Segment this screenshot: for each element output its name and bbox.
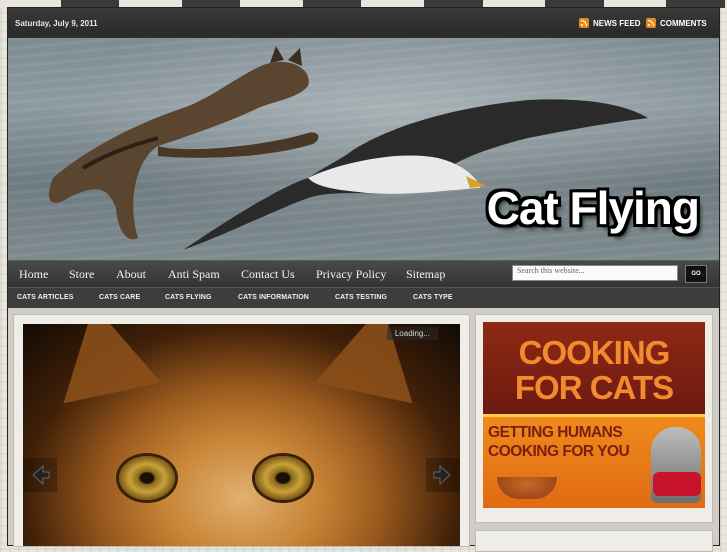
cat-eye-right <box>255 456 311 500</box>
category-cats-care[interactable]: CATS CARE <box>99 294 140 301</box>
category-cats-testing[interactable]: CATS TESTING <box>335 294 387 301</box>
flying-cat-figure <box>48 46 319 240</box>
nav-item-anti-spam[interactable]: Anti Spam <box>168 267 220 282</box>
featured-slider[interactable]: Loading... <box>23 324 460 546</box>
category-cats-type[interactable]: CATS TYPE <box>413 294 453 301</box>
rss-icon <box>579 18 589 28</box>
sidebar-ad-box: COOKING FOR CATS GETTING HUMANS COOKING … <box>475 314 713 523</box>
category-cats-articles[interactable]: CATS ARTICLES <box>17 294 74 301</box>
search-input[interactable]: Search this website... <box>512 265 678 281</box>
ad-title-line-2: FOR CATS <box>514 369 674 406</box>
comments-feed-link[interactable]: COMMENTS <box>646 18 707 28</box>
ad-title-panel: COOKING FOR CATS <box>483 322 705 417</box>
nav-item-privacy-policy[interactable]: Privacy Policy <box>316 267 386 282</box>
ad-subtitle-line-1: GETTING HUMANS <box>488 424 623 441</box>
nav-item-about[interactable]: About <box>116 267 146 282</box>
arrow-right-icon <box>433 464 451 486</box>
ad-title-line-1: COOKING <box>518 334 671 371</box>
top-bar: Saturday, July 9, 2011 NEWS FEED COMMENT… <box>8 8 719 36</box>
arrow-left-icon <box>32 464 50 486</box>
page-wrapper: Saturday, July 9, 2011 NEWS FEED COMMENT… <box>8 8 719 552</box>
news-feed-label: NEWS FEED <box>593 18 641 28</box>
site-header[interactable]: Cat Flying <box>8 38 719 260</box>
slider-next-button[interactable] <box>426 458 460 492</box>
search-go-button[interactable]: GO <box>685 265 707 283</box>
site-title[interactable]: Cat Flying <box>487 181 700 235</box>
category-cats-information[interactable]: CATS INFORMATION <box>238 294 309 301</box>
category-cats-flying[interactable]: CATS FLYING <box>165 294 212 301</box>
category-navigation: CATS ARTICLES CATS CARE CATS FLYING CATS… <box>8 287 719 309</box>
current-date: Saturday, July 9, 2011 <box>15 19 98 28</box>
comments-label: COMMENTS <box>660 18 707 28</box>
slider-prev-button[interactable] <box>23 458 57 492</box>
top-decorative-strip <box>0 0 727 8</box>
ad-subtitle-line-2: COOKING FOR YOU <box>488 443 630 460</box>
cat-ear-left <box>44 324 162 404</box>
nav-item-home[interactable]: Home <box>19 267 48 282</box>
featured-box: Loading... <box>13 314 470 547</box>
rss-icon <box>646 18 656 28</box>
main-navigation: Home Store About Anti Spam Contact Us Pr… <box>8 260 719 287</box>
cat-scarf-image <box>653 472 701 496</box>
nav-item-store[interactable]: Store <box>69 267 94 282</box>
sidebar-widget-box <box>475 530 713 552</box>
nav-item-contact-us[interactable]: Contact Us <box>241 267 295 282</box>
nav-item-sitemap[interactable]: Sitemap <box>406 267 445 282</box>
cat-eye-left <box>119 456 175 500</box>
news-feed-link[interactable]: NEWS FEED <box>579 18 641 28</box>
slider-loading-indicator: Loading... <box>386 327 438 340</box>
content-area: Loading... COOKING FOR CATS GETTING HUMA… <box>8 308 719 552</box>
cooking-for-cats-banner[interactable]: COOKING FOR CATS GETTING HUMANS COOKING … <box>483 322 705 508</box>
